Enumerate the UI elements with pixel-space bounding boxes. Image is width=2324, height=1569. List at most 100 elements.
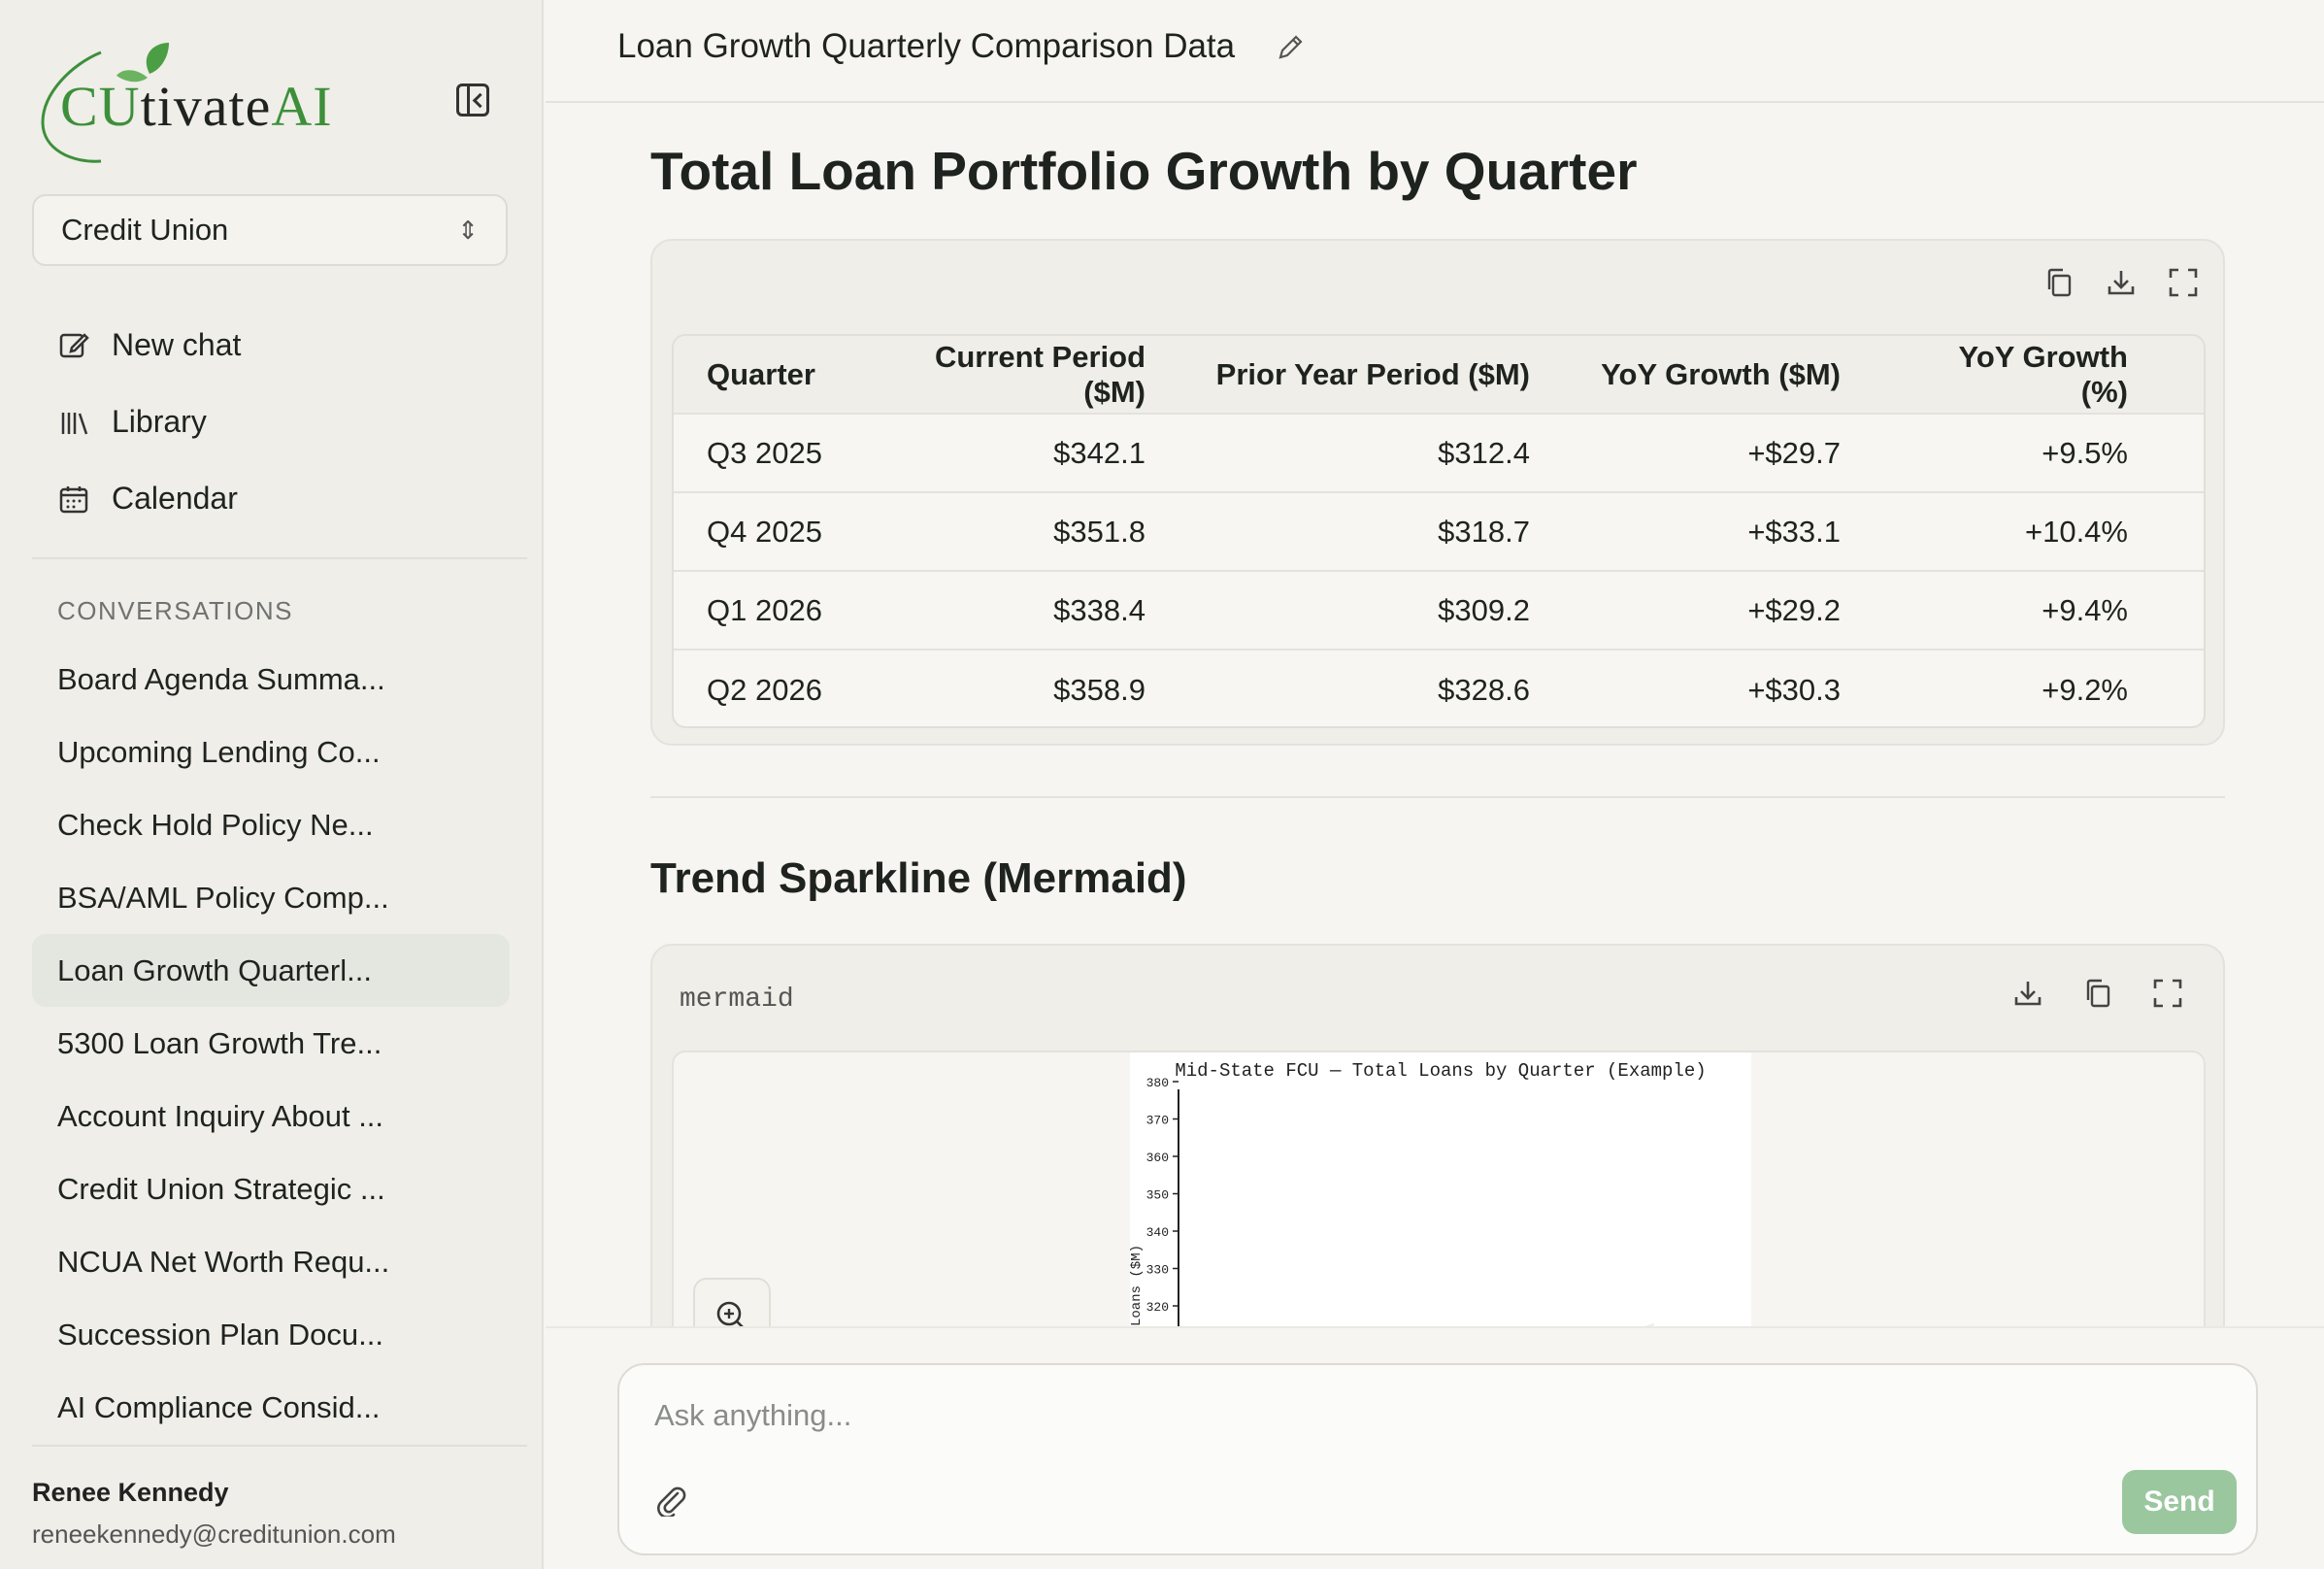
chat-header: Loan Growth Quarterly Comparison Data xyxy=(546,0,2324,103)
table-cell: $309.2 xyxy=(1438,592,1530,627)
table-header-cell: Quarter xyxy=(707,356,815,391)
calendar-icon xyxy=(57,483,90,516)
mermaid-code-card: mermaid Mid-State FCU — Total Loans by Q… xyxy=(650,944,2225,1326)
collapse-sidebar-icon[interactable] xyxy=(456,83,489,117)
table-cell: Q2 2026 xyxy=(707,672,822,707)
conversation-item[interactable]: 5300 Loan Growth Tre... xyxy=(32,1007,510,1080)
rename-pencil-icon[interactable] xyxy=(1276,33,1305,70)
sidebar-nav: New chat Library Calendar xyxy=(32,307,508,537)
attach-paperclip-icon[interactable] xyxy=(654,1484,687,1525)
chevron-updown-icon: ⇕ xyxy=(457,216,479,245)
conversations-header: CONVERSATIONS xyxy=(57,596,293,625)
table-cell: Q3 2025 xyxy=(707,435,822,470)
chart-y-tick-label: 340 xyxy=(1146,1225,1169,1240)
new-chat-button[interactable]: New chat xyxy=(32,307,508,384)
send-button[interactable]: Send xyxy=(2122,1470,2237,1534)
conversation-item[interactable]: Check Hold Policy Ne... xyxy=(32,788,510,861)
table-cell: $328.6 xyxy=(1438,672,1530,707)
table-cell: $358.9 xyxy=(1053,672,1145,707)
fullscreen-icon[interactable] xyxy=(2149,975,2186,1012)
chart-y-tick-label: 350 xyxy=(1146,1188,1169,1203)
table-cell: +9.4% xyxy=(2042,592,2128,627)
edit-icon xyxy=(57,329,90,362)
conversation-item-active[interactable]: Loan Growth Quarterl... xyxy=(32,934,510,1007)
user-email: reneekennedy@creditunion.com xyxy=(32,1519,396,1549)
download-icon[interactable] xyxy=(2009,975,2046,1012)
table-row: Q2 2026 $358.9 $328.6 +$30.3 +9.2% xyxy=(674,651,2204,726)
conversation-item[interactable]: Account Inquiry About ... xyxy=(32,1080,510,1152)
main-panel: Loan Growth Quarterly Comparison Data To… xyxy=(546,0,2324,1569)
cultivate-ai-logo[interactable]: CUtivateAI xyxy=(33,35,344,171)
table-header-cell: Current Period ($M) xyxy=(934,339,1145,409)
table-cell: +$33.1 xyxy=(1747,514,1841,549)
logo-part-tivate: tivate xyxy=(140,75,272,138)
chart-y-tick-label: 320 xyxy=(1146,1300,1169,1315)
message-content: Total Loan Portfolio Growth by Quarter Q… xyxy=(546,105,2324,1326)
download-icon[interactable] xyxy=(2103,264,2140,301)
copy-icon[interactable] xyxy=(2079,975,2116,1012)
user-name: Renee Kennedy xyxy=(32,1478,229,1507)
table-row: Q3 2025 $342.1 $312.4 +$29.7 +9.5% xyxy=(674,415,2204,493)
conversation-item[interactable]: Credit Union Strategic ... xyxy=(32,1152,510,1225)
mermaid-chart-area: Mid-State FCU — Total Loans by Quarter (… xyxy=(672,1051,2206,1326)
table-header-cell: YoY Growth (%) xyxy=(1958,339,2128,409)
table-toolbar xyxy=(2041,264,2202,301)
table-cell: +$30.3 xyxy=(1747,672,1841,707)
chart-y-tick-label: 360 xyxy=(1146,1151,1169,1165)
table-cell: $312.4 xyxy=(1438,435,1530,470)
chart-y-tick-label: 330 xyxy=(1146,1263,1169,1278)
logo-part-ai: AI xyxy=(271,75,333,138)
zoom-in-button[interactable] xyxy=(693,1278,771,1326)
code-toolbar xyxy=(2009,975,2186,1012)
sidebar-footer-divider xyxy=(32,1445,527,1447)
table-header-cell: Prior Year Period ($M) xyxy=(1215,356,1530,391)
chart-y-tick-label: 370 xyxy=(1146,1114,1169,1128)
chart-y-tick-label: 380 xyxy=(1146,1076,1169,1090)
conversation-item[interactable]: AI Compliance Consid... xyxy=(32,1371,510,1425)
table-row: Q1 2026 $338.4 $309.2 +$29.2 +9.4% xyxy=(674,572,2204,651)
table-cell: $338.4 xyxy=(1053,592,1145,627)
chat-title: Loan Growth Quarterly Comparison Data xyxy=(617,27,1236,65)
line-chart: Mid-State FCU — Total Loans by Quarter (… xyxy=(1129,1052,1751,1326)
section-divider xyxy=(650,796,2225,798)
zoom-in-icon xyxy=(716,1301,744,1326)
table-cell: Q4 2025 xyxy=(707,514,822,549)
table-cell: Q1 2026 xyxy=(707,592,822,627)
message-input[interactable]: Ask anything... xyxy=(654,1398,851,1433)
message-composer[interactable]: Ask anything... Send xyxy=(617,1363,2258,1555)
conversation-list: Board Agenda Summa... Upcoming Lending C… xyxy=(32,643,510,1425)
logo-text: CUtivateAI xyxy=(60,74,333,139)
library-button[interactable]: Library xyxy=(32,384,508,460)
response-heading: Total Loan Portfolio Growth by Quarter xyxy=(650,141,1638,201)
loan-growth-table: Quarter Current Period ($M) Prior Year P… xyxy=(672,334,2206,728)
organization-select[interactable]: Credit Union ⇕ xyxy=(32,194,508,266)
table-header-cell: YoY Growth ($M) xyxy=(1601,356,1841,391)
conversation-item[interactable]: Board Agenda Summa... xyxy=(32,643,510,716)
table-cell: +10.4% xyxy=(2024,514,2128,549)
conversation-item[interactable]: NCUA Net Worth Requ... xyxy=(32,1225,510,1298)
copy-icon[interactable] xyxy=(2041,264,2077,301)
sidebar: CUtivateAI Credit Union ⇕ New chat Libra… xyxy=(0,0,544,1569)
table-cell: $342.1 xyxy=(1053,435,1145,470)
section-heading: Trend Sparkline (Mermaid) xyxy=(650,854,1187,902)
table-row: Q4 2025 $351.8 $318.7 +$33.1 +10.4% xyxy=(674,493,2204,572)
conversation-item[interactable]: Succession Plan Docu... xyxy=(32,1298,510,1371)
chart-y-axis-label: Loans ($M) xyxy=(1129,1245,1145,1326)
conversation-item[interactable]: BSA/AML Policy Comp... xyxy=(32,861,510,934)
calendar-button[interactable]: Calendar xyxy=(32,460,508,537)
code-language-label: mermaid xyxy=(680,985,794,1015)
table-cell: +9.5% xyxy=(2042,435,2128,470)
organization-select-value: Credit Union xyxy=(61,213,229,247)
table-cell: $318.7 xyxy=(1438,514,1530,549)
table-cell: $351.8 xyxy=(1053,514,1145,549)
fullscreen-icon[interactable] xyxy=(2165,264,2202,301)
conversation-item[interactable]: Upcoming Lending Co... xyxy=(32,716,510,788)
chart-title: Mid-State FCU — Total Loans by Quarter (… xyxy=(1175,1060,1706,1082)
user-profile[interactable]: Renee Kennedy reneekennedy@creditunion.c… xyxy=(32,1478,396,1550)
library-label: Library xyxy=(112,404,207,439)
table-cell: +$29.7 xyxy=(1747,435,1841,470)
library-icon xyxy=(57,406,90,439)
table-cell: +$29.2 xyxy=(1747,592,1841,627)
chart-background xyxy=(1130,1052,1751,1326)
table-cell: +9.2% xyxy=(2042,672,2128,707)
